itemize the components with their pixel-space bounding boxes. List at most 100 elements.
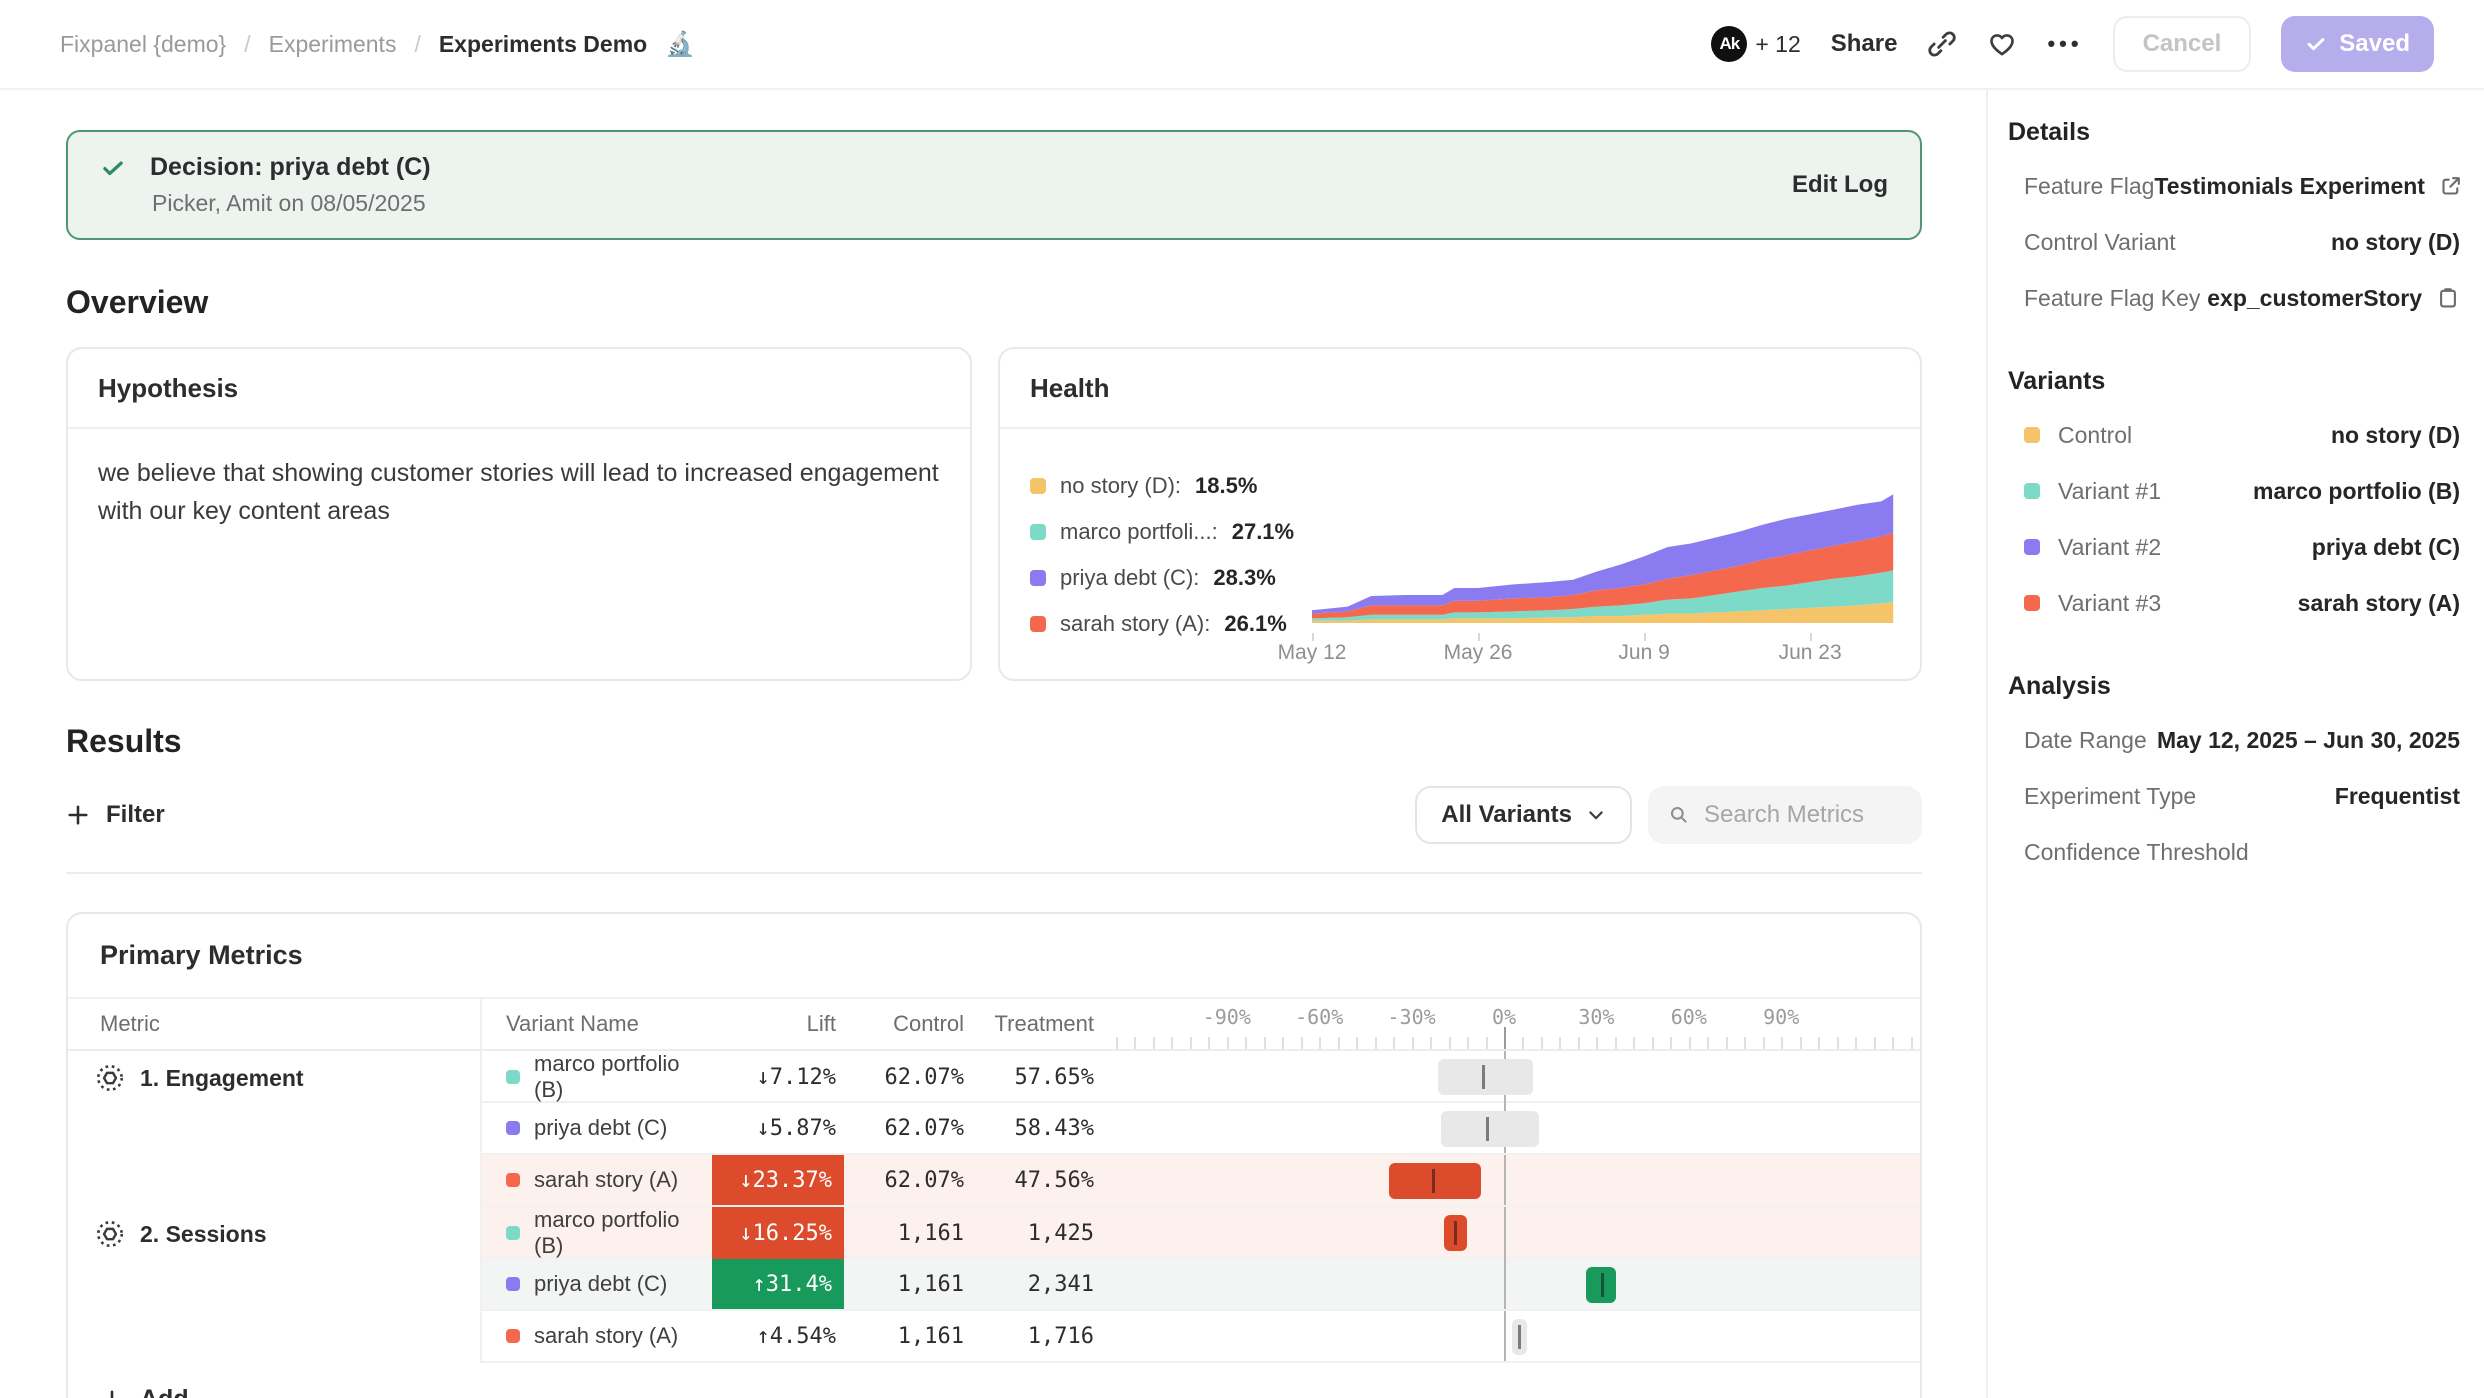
control-cell: 1,161 [844,1311,972,1361]
external-link-icon[interactable] [2439,174,2463,198]
sidebar-row-label: Variant #1 [2058,478,2161,505]
add-filter-button[interactable]: Filter [66,801,165,829]
zero-axis-line [1504,1155,1506,1205]
axis-minor-tick [1541,1037,1543,1049]
saved-button-label: Saved [2339,30,2410,58]
column-header-variant: Variant Name [482,999,712,1049]
top-bar: Fixpanel {demo} / Experiments / Experime… [0,0,2484,90]
decision-subtitle: Picker, Amit on 08/05/2025 [152,190,431,217]
sidebar-row: Variant #3sarah story (A) [2008,588,2460,618]
lift-marker [1601,1273,1604,1297]
variant-color-chip [506,1329,520,1343]
sidebar-row-label: Variant #3 [2058,590,2161,617]
add-metric-button[interactable]: Add [68,1363,1920,1398]
axis-label: -30% [1388,1005,1436,1029]
axis-minor-tick [1449,1037,1451,1049]
sidebar-row-label: Control [2058,422,2132,449]
axis-minor-tick [1301,1037,1303,1049]
treatment-cell: 58.43% [972,1103,1102,1153]
details-sidebar: DetailsFeature FlagTestimonials Experime… [1986,90,2484,1398]
clipboard-icon[interactable] [2436,286,2460,310]
sidebar-row: Variant #1 marco portfolio (B) [2008,476,2460,506]
lift-axis-header: -90%-60%-30%0%30%60%90% [1102,999,1920,1049]
health-legend: no story (D): 18.5% marco portfoli...: 27… [1000,429,1300,681]
column-header-control: Control [844,999,972,1049]
variant-cell: priya debt (C) [482,1259,712,1309]
edit-log-button[interactable]: Edit Log [1792,171,1888,199]
sidebar-row-value: marco portfolio (B) [2253,478,2460,505]
axis-minor-tick [1190,1037,1192,1049]
saved-button[interactable]: Saved [2281,16,2434,72]
axis-minor-tick [1707,1037,1709,1049]
sidebar-row-value: Testimonials Experiment [2154,173,2425,200]
confidence-interval-cell [1102,1259,1920,1309]
metric-rows: marco portfolio (B)↓16.25%1,1611,425priy… [482,1207,1920,1363]
metric-rows: marco portfolio (B)↓7.12%62.07%57.65%pri… [482,1051,1920,1207]
variant-color-chip [506,1226,520,1240]
collaborator-count[interactable]: + 12 [1755,31,1800,58]
sidebar-row-label: Experiment Type [2024,783,2196,810]
main-content: Decision: priya debt (C) Picker, Amit on… [0,90,1986,1398]
sidebar-row: Confidence Threshold [2008,837,2460,867]
collaborator-avatar[interactable]: Ak [1711,26,1747,62]
confidence-interval-cell [1102,1155,1920,1205]
filter-label: Filter [106,801,165,829]
variant-filter-value: All Variants [1441,801,1572,829]
axis-minor-tick [1319,1037,1321,1049]
x-axis-tick [1810,633,1812,641]
copy-link-icon[interactable] [1927,29,1957,59]
search-icon [1668,802,1690,828]
zero-axis-line [1504,1259,1506,1309]
results-controls: All Variants [1415,786,1922,844]
plus-icon [66,803,90,827]
cancel-button[interactable]: Cancel [2113,16,2252,72]
table-row: marco portfolio (B)↓16.25%1,1611,425 [482,1207,1920,1259]
overview-cards: Hypothesis we believe that showing custo… [66,347,1922,681]
variant-color-chip [1030,524,1046,540]
variant-color-chip [506,1173,520,1187]
lift-marker [1486,1117,1489,1141]
microscope-emoji: 🔬 [665,30,695,59]
legend-value: 18.5% [1195,473,1257,499]
search-metrics-input[interactable] [1704,801,1902,829]
variant-filter-dropdown[interactable]: All Variants [1415,786,1632,844]
confidence-interval-cell [1102,1103,1920,1153]
axis-minor-tick [1726,1037,1728,1049]
share-button[interactable]: Share [1831,30,1898,58]
sidebar-row: Experiment TypeFrequentist [2008,781,2460,811]
variant-color-chip [1030,616,1046,632]
axis-minor-tick [1522,1037,1524,1049]
lift-cell: ↑4.54% [712,1311,844,1361]
health-area-chart [1300,481,1896,633]
sidebar-row: Control Variantno story (D) [2008,227,2460,257]
lift-cell: ↓16.25% [712,1207,844,1259]
legend-label: no story (D): [1060,473,1181,499]
primary-metrics-card: Primary Metrics Metric Variant Name Lift… [66,912,1922,1398]
sidebar-row-value: no story (D) [2331,422,2460,449]
check-icon [100,155,126,181]
health-legend-item: sarah story (A): 26.1% [1030,611,1300,637]
variant-cell: sarah story (A) [482,1155,712,1205]
health-area-svg [1300,481,1896,625]
decision-banner: Decision: priya debt (C) Picker, Amit on… [66,130,1922,240]
variant-name: priya debt (C) [534,1271,667,1297]
breadcrumb-separator: / [244,31,250,58]
axis-minor-tick [1356,1037,1358,1049]
sidebar-row-label: Feature Flag [2024,173,2154,200]
health-legend-item: marco portfoli...: 27.1% [1030,519,1300,545]
breadcrumb-project[interactable]: Fixpanel {demo} [60,31,226,58]
lift-cell: ↓23.37% [712,1155,844,1205]
treatment-cell: 57.65% [972,1051,1102,1103]
variant-name: sarah story (A) [534,1323,678,1349]
favorite-heart-icon[interactable] [1987,29,2017,59]
axis-minor-tick [1596,1037,1598,1049]
axis-minor-tick [1227,1037,1229,1049]
axis-minor-tick [1338,1037,1340,1049]
table-row: priya debt (C)↑31.4%1,1612,341 [482,1259,1920,1311]
axis-zero-tick [1504,1027,1506,1049]
x-axis-tick [1644,633,1646,641]
search-metrics-box[interactable] [1648,786,1922,844]
more-options-icon[interactable]: ••• [2047,31,2082,57]
breadcrumb-experiments[interactable]: Experiments [269,31,397,58]
metrics-table-header-right: Variant Name Lift Control Treatment -90%… [482,999,1920,1049]
